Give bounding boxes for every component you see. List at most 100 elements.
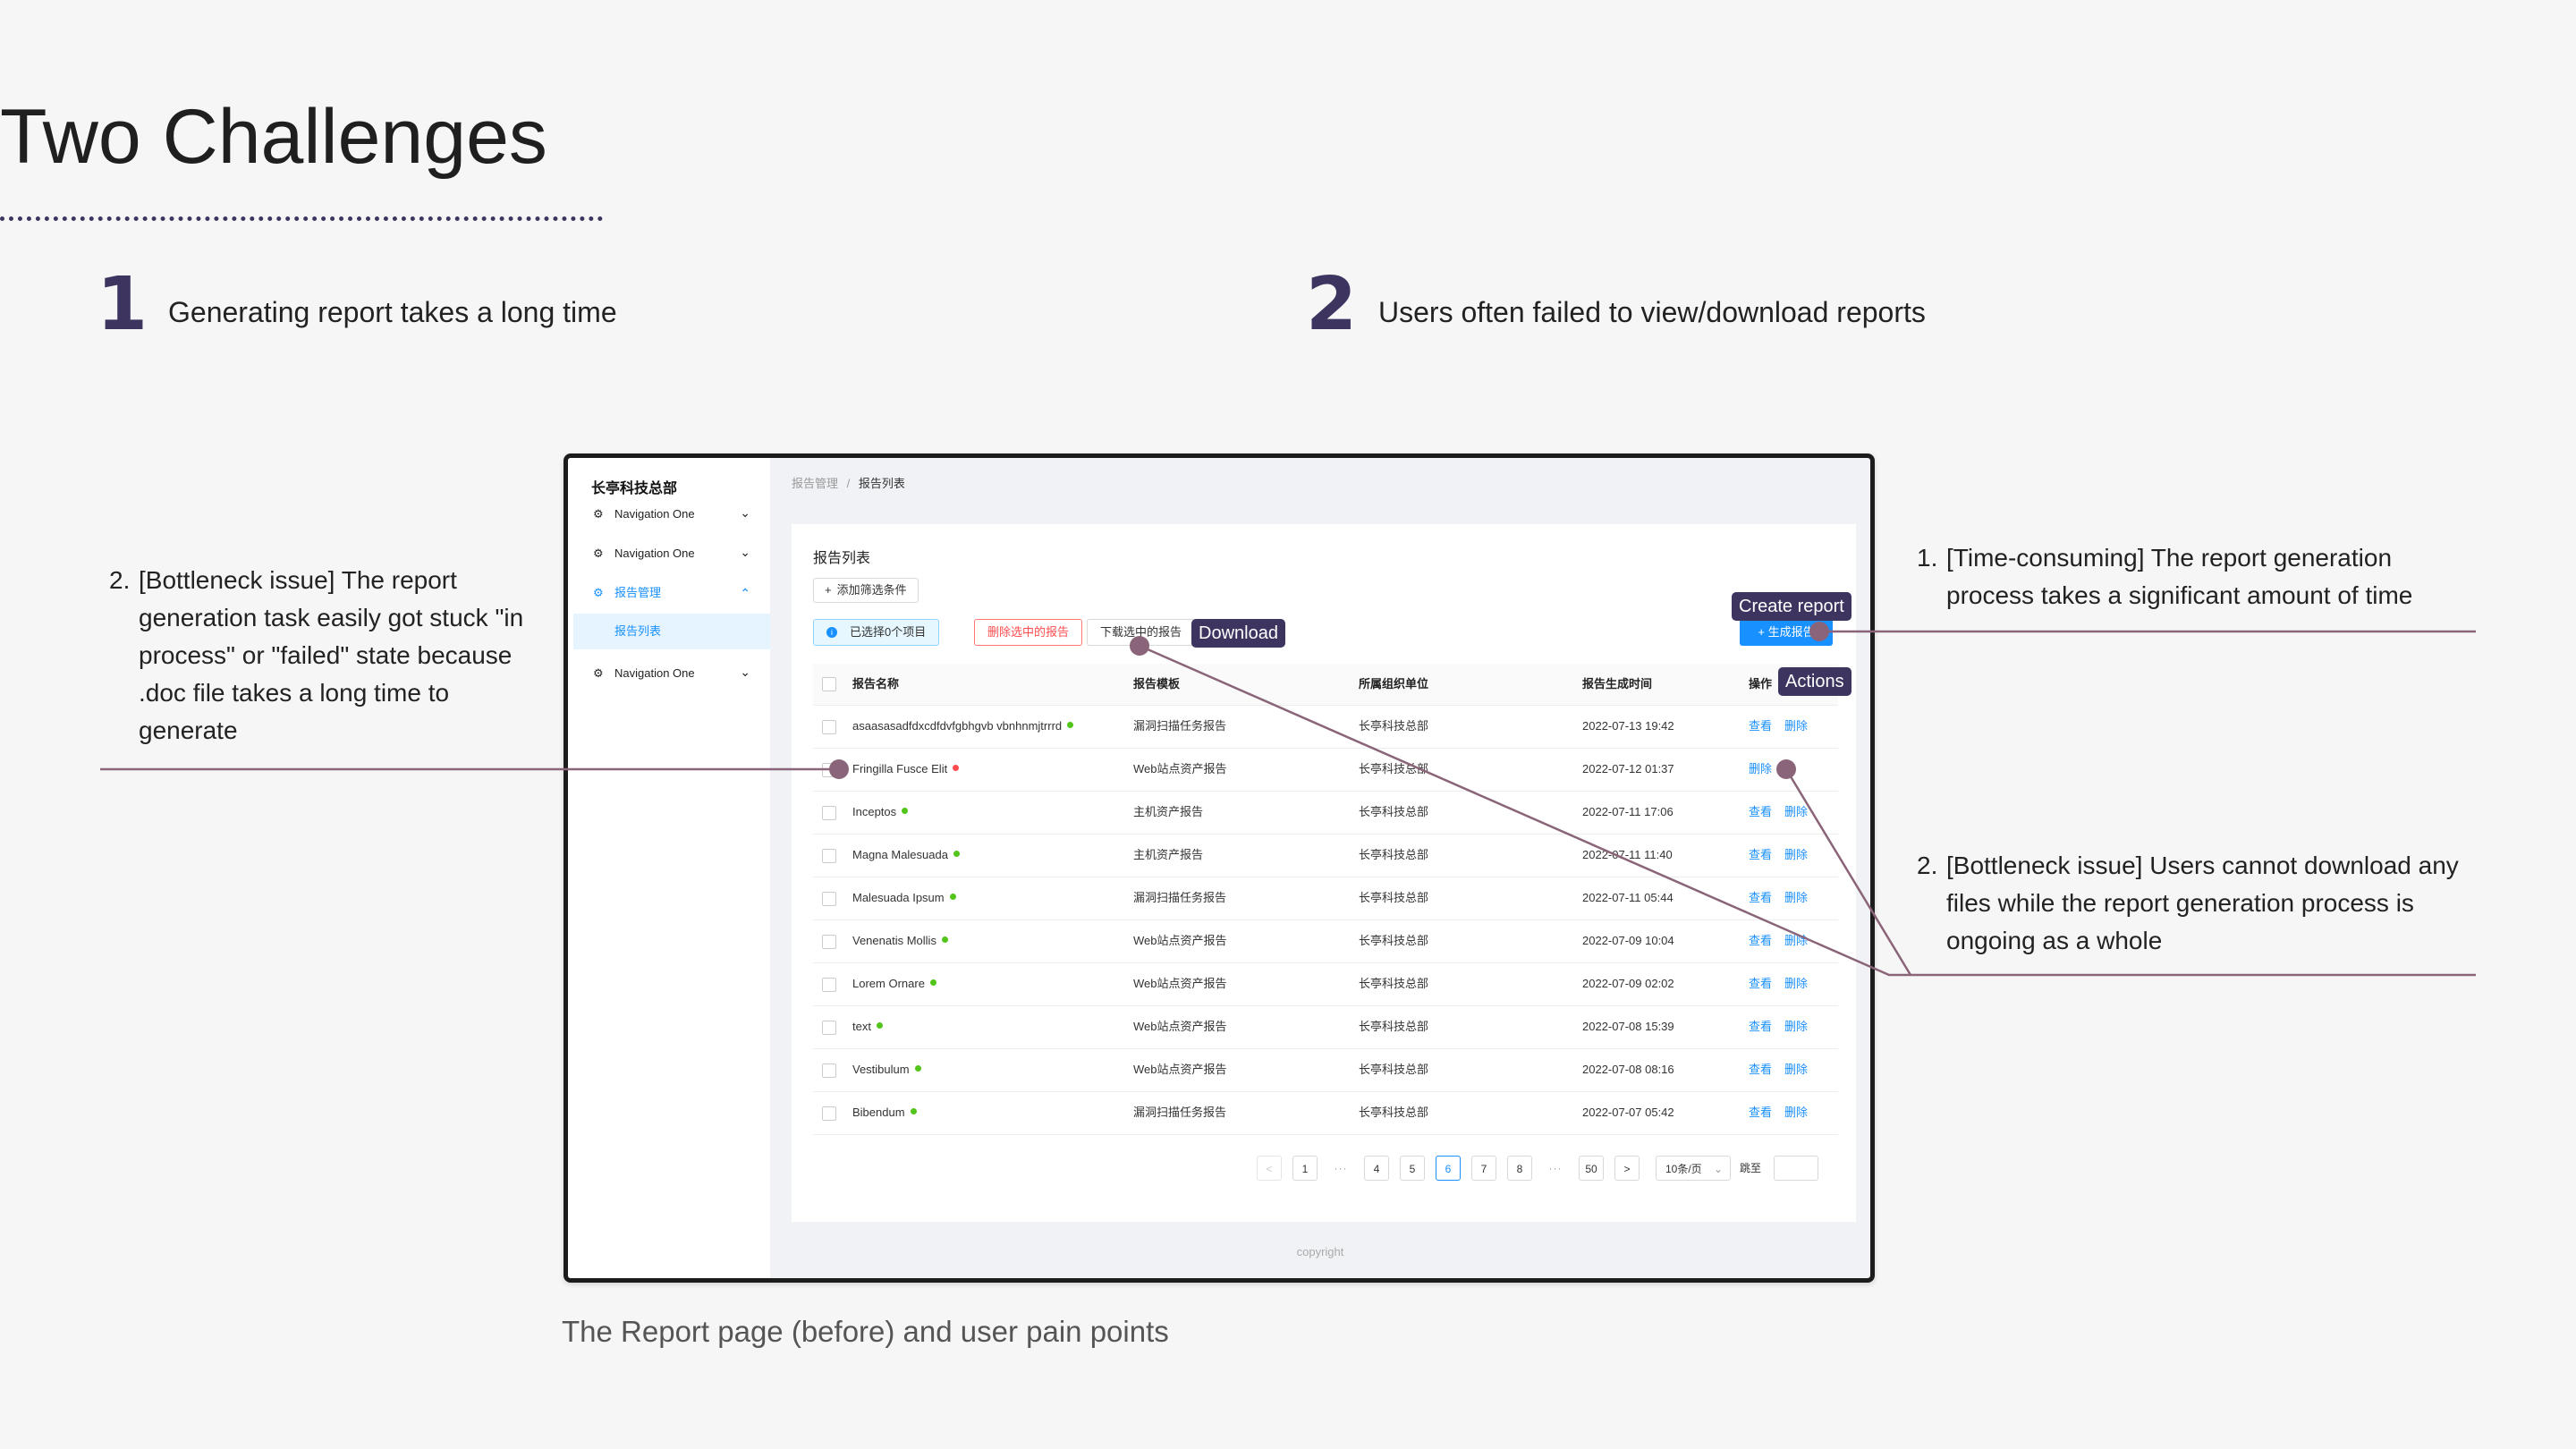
row-actions: 查看 删除 (1749, 877, 1820, 919)
breadcrumb-parent[interactable]: 报告管理 (792, 477, 838, 490)
row-checkbox[interactable] (822, 935, 836, 949)
row-action-delete[interactable]: 删除 (1784, 891, 1808, 904)
row-checkbox[interactable] (822, 763, 836, 777)
selection-info-label: 已选择0个项目 (850, 625, 927, 639)
row-checkbox[interactable] (822, 720, 836, 734)
row-action-view[interactable]: 查看 (1749, 719, 1772, 733)
report-name: Venenatis Mollis (852, 919, 948, 962)
page-button[interactable]: 7 (1471, 1156, 1496, 1181)
table-header: 报告名称 报告模板 所属组织单位 报告生成时间 操作 (813, 664, 1838, 706)
nav-label: Navigation One (614, 666, 695, 680)
annotation-left: 2. [Bottleneck issue] The report generat… (109, 562, 547, 750)
report-template: 漏洞扫描任务报告 (1133, 891, 1227, 904)
nav-item-1[interactable]: ⚙ Navigation One ⌄ (568, 497, 770, 533)
row-action-view[interactable]: 查看 (1749, 805, 1772, 818)
nav-item-report-management[interactable]: ⚙ 报告管理 ⌃ (568, 576, 770, 612)
report-time: 2022-07-11 05:44 (1582, 891, 1674, 904)
page-button[interactable]: 1 (1292, 1156, 1318, 1181)
row-action-delete[interactable]: 删除 (1784, 1063, 1808, 1076)
create-report-button[interactable]: + 生成报告 (1740, 619, 1833, 646)
report-name-text: Bibendum (852, 1106, 905, 1119)
status-dot (929, 979, 936, 987)
nav-subitem-report-list[interactable]: 报告列表 (573, 614, 770, 649)
page-button[interactable]: 5 (1400, 1156, 1425, 1181)
table-row: Malesuada Ipsum 漏洞扫描任务报告 长亭科技总部 2022-07-11 … (813, 877, 1838, 920)
row-action-view[interactable]: 查看 (1749, 891, 1772, 904)
slide-title: Two Challenges (0, 94, 547, 180)
report-name: Bibendum (852, 1091, 917, 1134)
column-header-actions: 操作 (1749, 677, 1773, 691)
prev-page-button[interactable]: < (1257, 1156, 1282, 1181)
status-dot (953, 765, 960, 772)
page-button-current[interactable]: 6 (1436, 1156, 1461, 1181)
row-checkbox[interactable] (822, 849, 836, 863)
row-actions: 查看 删除 (1749, 1048, 1820, 1091)
nav-item-4[interactable]: ⚙ Navigation One ⌄ (568, 657, 770, 692)
add-filter-button[interactable]: + 添加筛选条件 (813, 578, 919, 603)
table-row: Venenatis Mollis Web站点资产报告 长亭科技总部 2022-07-0… (813, 919, 1838, 963)
row-action-delete[interactable]: 删除 (1784, 934, 1808, 947)
table-row: Bibendum 漏洞扫描任务报告 长亭科技总部 2022-07-07 05:42 查看… (813, 1091, 1838, 1135)
gear-icon: ⚙ (593, 666, 604, 680)
delete-selected-button[interactable]: 删除选中的报告 (974, 619, 1083, 646)
row-action-view[interactable]: 查看 (1749, 934, 1772, 947)
jump-page-input[interactable] (1774, 1156, 1818, 1181)
page-button[interactable]: 50 (1579, 1156, 1604, 1181)
row-action-view[interactable]: 查看 (1749, 977, 1772, 990)
row-action-delete[interactable]: 删除 (1784, 848, 1808, 861)
chevron-down-icon: ⌄ (740, 505, 750, 520)
report-template: Web站点资产报告 (1133, 1020, 1227, 1033)
page-ellipsis[interactable]: ··· (1543, 1156, 1568, 1181)
download-selected-button[interactable]: 下载选中的报告 (1087, 619, 1196, 646)
page-button[interactable]: 8 (1507, 1156, 1532, 1181)
report-name-text: Vestibulum (852, 1063, 910, 1076)
report-time: 2022-07-07 05:42 (1582, 1106, 1674, 1119)
brand-name: 长亭科技总部 (591, 481, 678, 496)
row-action-delete[interactable]: 删除 (1784, 1020, 1808, 1033)
row-action-view[interactable]: 查看 (1749, 1106, 1772, 1119)
row-checkbox[interactable] (822, 1106, 836, 1121)
status-dot (910, 1108, 917, 1115)
annotation-text: [Bottleneck issue] The report generation… (139, 566, 524, 744)
row-action-view[interactable]: 查看 (1749, 848, 1772, 861)
report-time: 2022-07-08 15:39 (1582, 1020, 1674, 1033)
nav-label: 报告管理 (614, 586, 662, 599)
report-time: 2022-07-11 11:40 (1582, 848, 1673, 861)
report-name-text: Venenatis Mollis (852, 934, 936, 947)
row-checkbox[interactable] (822, 806, 836, 820)
annotation-text: [Bottleneck issue] Users cannot download… (1946, 852, 2459, 954)
row-action-view[interactable]: 查看 (1749, 1063, 1772, 1076)
report-name: Vestibulum (852, 1048, 921, 1091)
row-action-delete[interactable]: 删除 (1784, 719, 1808, 733)
report-name-text: text (852, 1020, 871, 1033)
challenge-number-2: 2 (1306, 262, 1358, 347)
row-action-delete[interactable]: 删除 (1784, 977, 1808, 990)
row-checkbox[interactable] (822, 892, 836, 906)
row-actions: 删除 (1749, 748, 1784, 791)
page-button[interactable]: 4 (1364, 1156, 1389, 1181)
add-filter-label: 添加筛选条件 (836, 583, 907, 597)
page-size-select[interactable]: 10条/页 ⌄ (1656, 1156, 1731, 1181)
nav-item-2[interactable]: ⚙ Navigation One ⌄ (568, 537, 770, 572)
row-action-view[interactable]: 查看 (1749, 1020, 1772, 1033)
row-action-delete[interactable]: 删除 (1784, 1106, 1808, 1119)
select-all-checkbox[interactable] (822, 677, 836, 691)
page-ellipsis[interactable]: ··· (1328, 1156, 1353, 1181)
status-dot (876, 1022, 883, 1030)
status-dot (1067, 722, 1074, 729)
next-page-button[interactable]: > (1614, 1156, 1640, 1181)
row-checkbox[interactable] (822, 978, 836, 992)
chevron-down-icon: ⌄ (1713, 1163, 1723, 1175)
chevron-down-icon: ⌄ (740, 665, 750, 679)
row-checkbox[interactable] (822, 1063, 836, 1078)
row-action-delete[interactable]: 删除 (1749, 762, 1772, 775)
row-checkbox[interactable] (822, 1021, 836, 1035)
nav-label: Navigation One (614, 547, 695, 560)
report-name-text: Malesuada Ipsum (852, 891, 945, 904)
challenge-text-1: Generating report takes a long time (168, 296, 617, 328)
report-name: text (852, 1005, 883, 1048)
row-action-delete[interactable]: 删除 (1784, 805, 1808, 818)
chevron-down-icon: ⌄ (740, 545, 750, 559)
report-org: 长亭科技总部 (1359, 977, 1429, 990)
challenge-number-1: 1 (97, 262, 148, 347)
